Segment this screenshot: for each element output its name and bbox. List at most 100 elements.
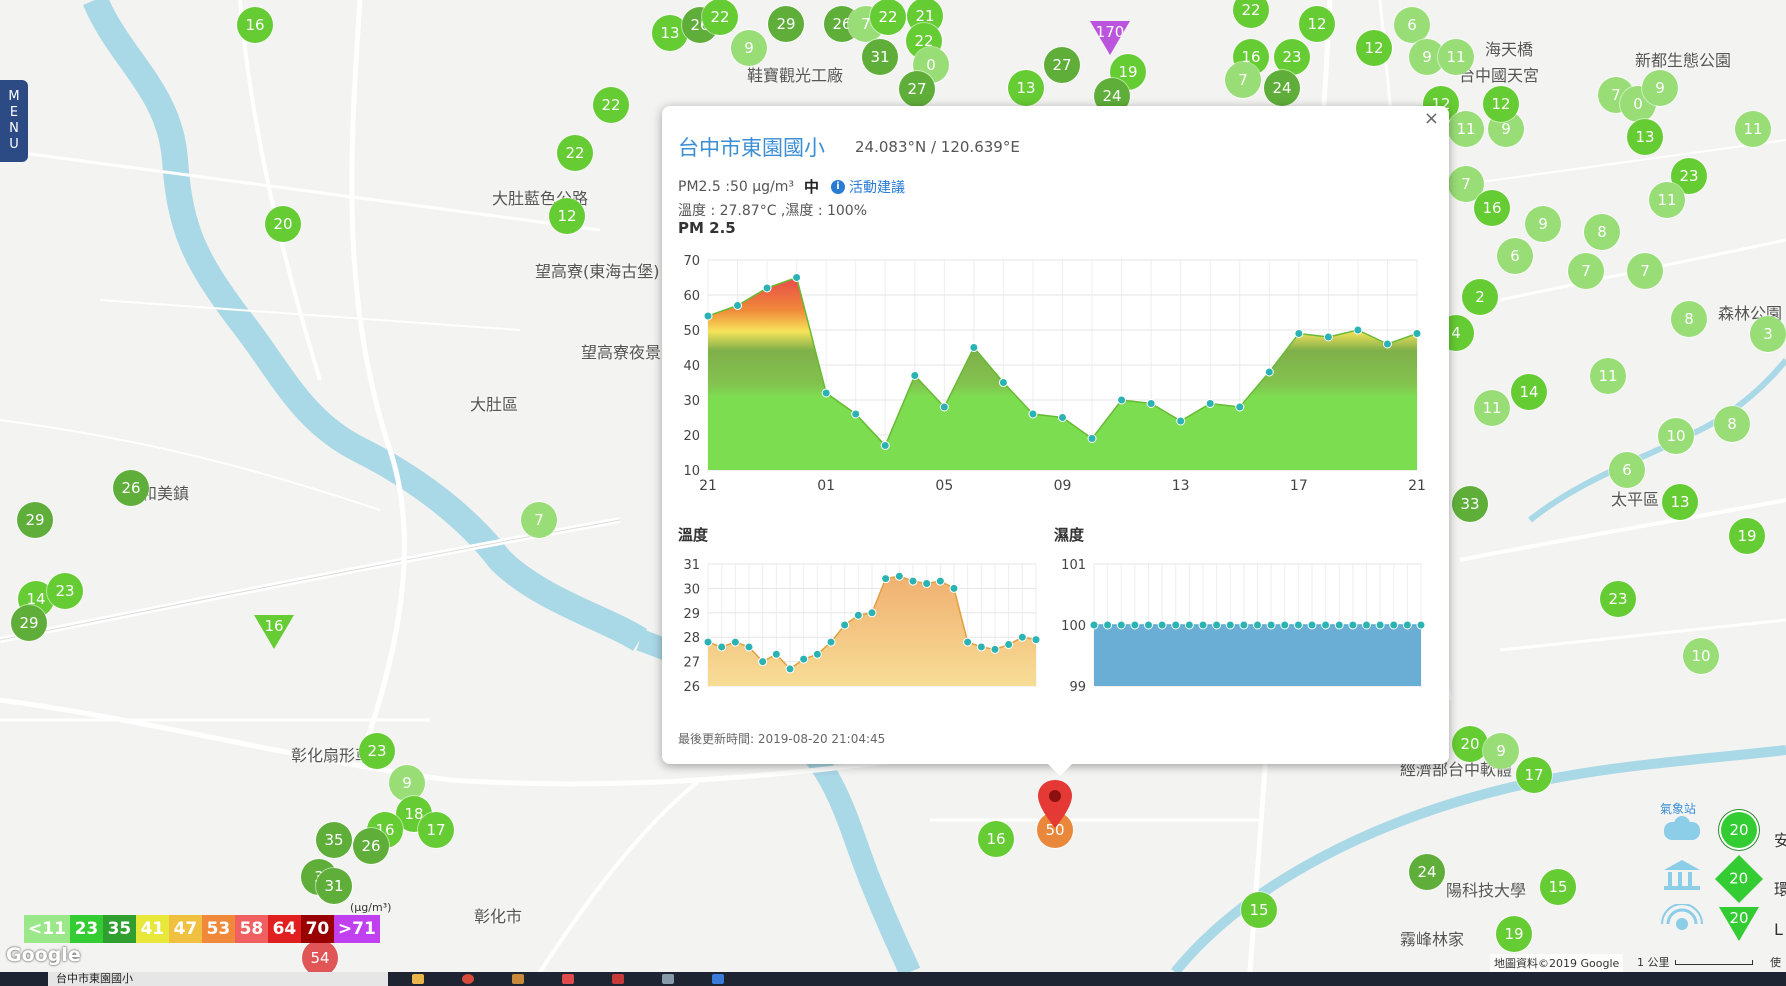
aq-station-marker[interactable]: 3 [1750, 316, 1786, 352]
app-icon[interactable] [512, 974, 524, 984]
data-point[interactable] [935, 576, 945, 586]
activity-advice-link[interactable]: 活動建議 [849, 177, 905, 197]
data-point[interactable] [1144, 620, 1153, 630]
data-point[interactable] [1293, 620, 1303, 630]
data-point[interactable] [1117, 395, 1127, 405]
data-point[interactable] [969, 343, 979, 352]
data-point[interactable] [771, 649, 781, 659]
data-point[interactable] [1087, 434, 1097, 443]
data-point[interactable] [1184, 620, 1194, 630]
aq-station-marker[interactable]: 11 [1735, 111, 1771, 147]
data-point[interactable] [1323, 332, 1333, 342]
aq-station-marker[interactable]: 9 [1642, 70, 1678, 106]
aq-station-marker[interactable]: 23 [359, 733, 395, 769]
data-point[interactable] [1130, 620, 1140, 630]
data-point[interactable] [976, 642, 986, 652]
data-point[interactable] [910, 371, 920, 380]
data-point[interactable] [1103, 620, 1113, 630]
data-point[interactable] [812, 649, 822, 659]
aq-station-marker[interactable]: 11 [1474, 390, 1510, 426]
menu-button[interactable]: MENU [0, 80, 28, 162]
aq-station-marker[interactable]: 26 [353, 828, 389, 864]
aq-station-marker[interactable]: 14 [1511, 374, 1547, 410]
aq-station-marker[interactable]: 9 [1525, 206, 1561, 242]
aq-station-marker[interactable]: 22 [702, 0, 738, 35]
aq-station-marker[interactable]: 12 [549, 198, 585, 234]
data-point[interactable] [1058, 413, 1067, 422]
data-point[interactable] [1171, 620, 1181, 630]
aq-station-marker[interactable]: 24 [1264, 70, 1300, 106]
app-icon[interactable] [562, 974, 574, 984]
data-point[interactable] [1157, 620, 1167, 630]
aq-station-marker[interactable]: 7 [1627, 253, 1663, 289]
aq-station-marker[interactable]: 16 [978, 821, 1014, 857]
data-point[interactable] [1253, 620, 1262, 630]
aq-station-marker[interactable]: 29 [768, 6, 804, 42]
data-point[interactable] [821, 388, 831, 398]
data-point[interactable] [1028, 409, 1038, 419]
data-point[interactable] [1321, 620, 1331, 630]
app-icon[interactable] [712, 974, 724, 984]
aq-station-marker[interactable]: 9 [389, 765, 425, 801]
app-icon[interactable] [662, 974, 674, 984]
aq-station-marker[interactable]: 7 [1225, 62, 1261, 98]
aq-station-marker[interactable]: 11 [1448, 111, 1484, 147]
aq-station-marker[interactable]: 20 [265, 206, 301, 242]
aq-station-marker[interactable]: 11 [1590, 358, 1626, 394]
data-point[interactable] [1235, 402, 1245, 412]
data-point[interactable] [1266, 620, 1276, 630]
aq-station-marker[interactable]: 27 [899, 71, 935, 107]
aq-station-marker[interactable]: 10 [1683, 638, 1719, 674]
aq-station-marker[interactable]: 2 [1462, 279, 1498, 315]
data-point[interactable] [762, 283, 772, 293]
aq-station-marker[interactable]: 20 [1452, 726, 1488, 762]
info-icon[interactable]: i [831, 179, 845, 194]
data-point[interactable] [703, 637, 713, 647]
aq-station-marker[interactable]: 11 [1438, 39, 1474, 75]
aq-station-marker[interactable]: 33 [1452, 486, 1488, 522]
aq-station-marker[interactable]: 22 [557, 135, 593, 171]
legend-marker-circle[interactable]: 20 [1721, 812, 1757, 848]
data-point[interactable] [1353, 325, 1363, 335]
aq-station-marker[interactable]: 13 [1662, 484, 1698, 520]
data-point[interactable] [939, 402, 949, 412]
aq-station-marker[interactable]: 31 [316, 868, 352, 904]
aq-station-marker[interactable]: 31 [862, 39, 898, 75]
data-point[interactable] [1004, 640, 1014, 650]
data-point[interactable] [949, 583, 959, 593]
data-point[interactable] [881, 574, 891, 584]
aq-station-marker[interactable]: 17 [418, 812, 454, 848]
aq-station-marker[interactable]: 9 [731, 30, 767, 66]
data-point[interactable] [908, 576, 918, 586]
aq-station-marker[interactable]: 6 [1609, 452, 1645, 488]
data-point[interactable] [1389, 620, 1399, 630]
aq-station-marker[interactable]: 26 [113, 470, 149, 506]
data-point[interactable] [1031, 635, 1041, 645]
data-point[interactable] [867, 608, 877, 618]
data-point[interactable] [1198, 620, 1208, 630]
aq-station-marker[interactable]: 27 [1044, 47, 1080, 83]
aq-station-marker[interactable]: 22 [870, 0, 906, 35]
aq-station-marker[interactable]: 29 [17, 502, 53, 538]
data-point[interactable] [1116, 620, 1126, 630]
data-point[interactable] [733, 301, 743, 310]
aq-station-marker[interactable]: 22 [593, 87, 629, 123]
data-point[interactable] [799, 654, 809, 664]
taskbar-search[interactable]: 台中市東園國小 [48, 972, 388, 986]
data-point[interactable] [1362, 620, 1371, 630]
data-point[interactable] [1089, 620, 1099, 630]
station-name[interactable]: 台中市東園國小 [678, 132, 825, 162]
data-point[interactable] [717, 642, 727, 652]
data-point[interactable] [1402, 620, 1412, 630]
data-point[interactable] [792, 273, 802, 282]
sensor-icon[interactable] [1660, 903, 1704, 948]
data-point[interactable] [998, 378, 1008, 387]
data-point[interactable] [853, 610, 863, 620]
aq-station-marker[interactable]: 11 [1649, 182, 1685, 218]
data-point[interactable] [1382, 339, 1392, 349]
aq-station-marker[interactable]: 8 [1584, 214, 1620, 250]
aq-station-marker[interactable]: 12 [1483, 86, 1519, 122]
data-point[interactable] [1017, 632, 1027, 642]
aq-station-marker[interactable]: 8 [1714, 406, 1750, 442]
browser-icon[interactable] [462, 974, 474, 984]
